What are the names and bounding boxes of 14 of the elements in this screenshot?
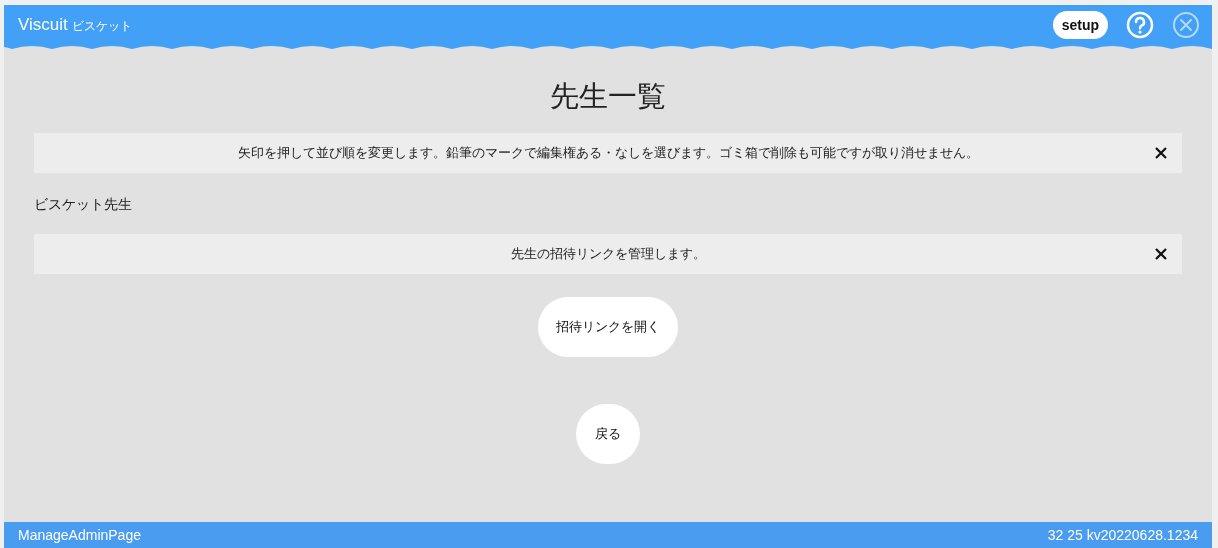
close-icon[interactable] (1154, 146, 1168, 160)
app-logo: Viscuit (18, 15, 68, 35)
notice-text: 矢印を押して並び順を変更します。鉛筆のマークで編集権ある・なしを選びます。ゴミ箱で削除も可能ですが取り消せません。 (237, 144, 979, 162)
notice-text: 先生の招待リンクを管理します。 (510, 245, 706, 263)
open-invite-link-button[interactable]: 招待リンクを開く (538, 297, 678, 357)
close-icon[interactable] (1154, 247, 1168, 261)
back-button[interactable]: 戻る (576, 404, 640, 464)
app-logo-subtitle: ビスケット (71, 18, 132, 35)
teacher-name: ビスケット先生 (34, 196, 132, 214)
version-text: 32 25 kv20220628.1234 (1047, 527, 1198, 543)
setup-button[interactable]: setup (1052, 11, 1108, 39)
page-title: 先生一覧 (550, 78, 666, 115)
page-name: ManageAdminPage (18, 527, 141, 543)
help-icon[interactable] (1126, 11, 1154, 39)
